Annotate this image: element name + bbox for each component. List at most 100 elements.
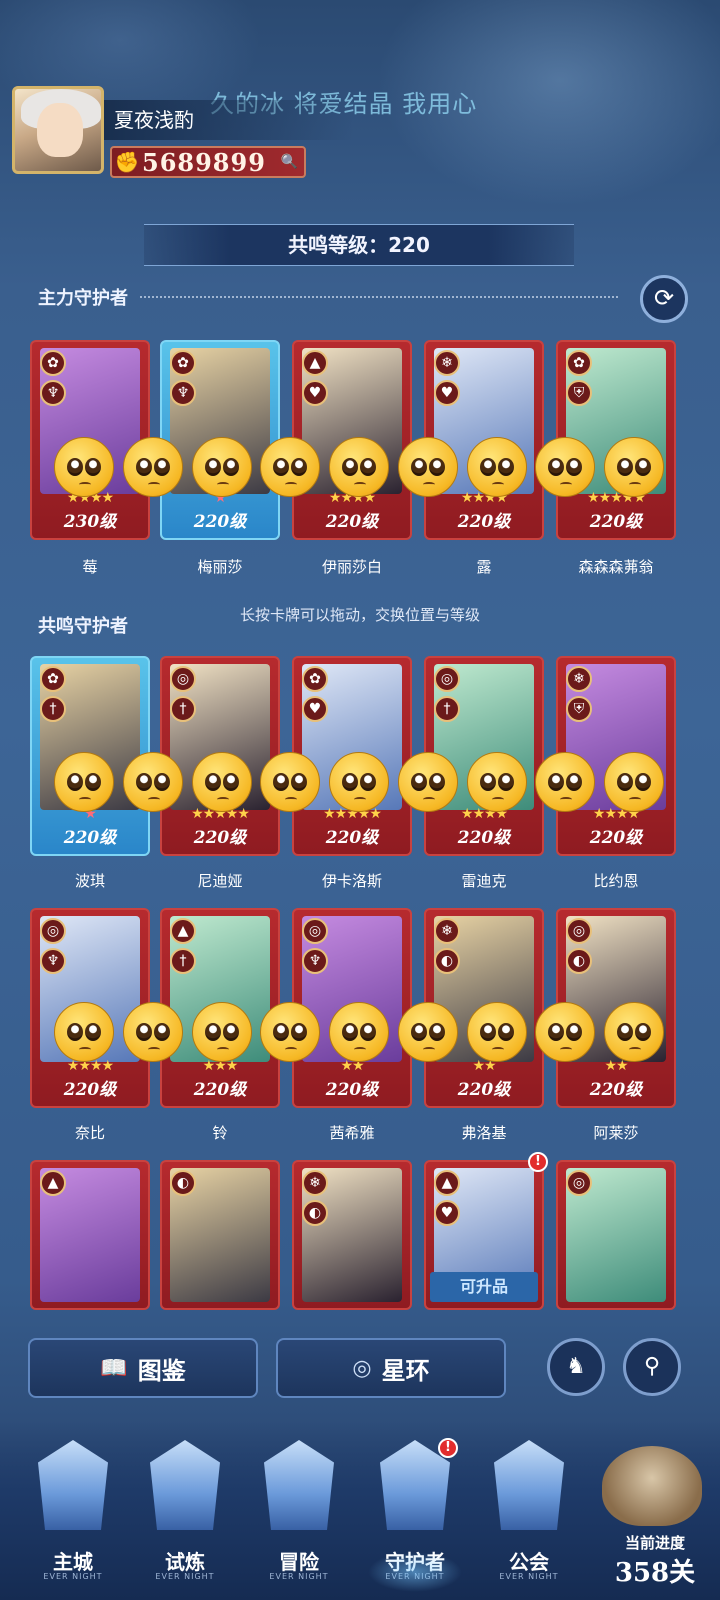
pleading-face-icon bbox=[466, 1002, 527, 1062]
codex-button[interactable]: 📖 图鉴 bbox=[28, 1338, 258, 1398]
pleading-face-icon bbox=[54, 437, 114, 497]
player-name: 夏夜浅酌 bbox=[104, 100, 354, 140]
guardian-name: 莓 bbox=[82, 558, 98, 576]
guardian-level: 220级 bbox=[589, 1080, 643, 1100]
alert-badge: ! bbox=[438, 1438, 458, 1458]
class-icon: ⛨ bbox=[566, 380, 592, 406]
guardian-level: 230级 bbox=[63, 512, 117, 532]
guardian-level: 220级 bbox=[457, 512, 511, 532]
pleading-face-icon bbox=[191, 752, 252, 812]
pleading-face-icon bbox=[260, 1002, 321, 1062]
guardian-level: 220级 bbox=[325, 512, 379, 532]
resonance-level-bar: 共鸣等级：220 bbox=[144, 224, 574, 266]
guardian-level: 220级 bbox=[193, 1080, 247, 1100]
guardian-name: 森森森茀翁 bbox=[578, 558, 654, 576]
guardian-card[interactable]: ❄ ◐ bbox=[292, 1160, 412, 1310]
element-icon: ▲ bbox=[170, 918, 196, 944]
pleading-face-icon bbox=[466, 437, 527, 497]
upgrade-label: 可升品 bbox=[430, 1272, 538, 1302]
guardian-name: 茜希雅 bbox=[329, 1124, 375, 1142]
element-icon: ◎ bbox=[40, 918, 66, 944]
pleading-face-icon bbox=[329, 752, 389, 812]
castle-icon bbox=[38, 1440, 108, 1530]
guardian-level: 220级 bbox=[193, 512, 247, 532]
refresh-icon[interactable]: ⟳ bbox=[640, 275, 688, 323]
element-icon: ✿ bbox=[566, 350, 592, 376]
class-icon: ♥ bbox=[302, 380, 328, 406]
nav-guardian[interactable]: 守护者 EVER NIGHT ! bbox=[360, 1420, 470, 1600]
class-icon: ♥ bbox=[302, 696, 328, 722]
pleading-face-icon bbox=[604, 1002, 664, 1062]
guardian-name: 阿莱莎 bbox=[593, 1124, 639, 1142]
main-guardians-title: 主力守护者 bbox=[38, 284, 618, 310]
guardian-name: 伊卡洛斯 bbox=[321, 872, 382, 890]
element-icon: ✿ bbox=[40, 666, 66, 692]
guardian-name: 露 bbox=[476, 558, 492, 576]
pleading-face-icon bbox=[535, 752, 596, 812]
guardian-card[interactable]: ▲ bbox=[30, 1160, 150, 1310]
element-icon: ▲ bbox=[40, 1170, 66, 1196]
class-icon: † bbox=[170, 948, 196, 974]
alert-badge: ! bbox=[528, 1152, 548, 1172]
pet-mascot bbox=[602, 1446, 702, 1526]
guardian-level: 220级 bbox=[325, 828, 379, 848]
guardian-card[interactable]: ◐ bbox=[160, 1160, 280, 1310]
element-icon: ◎ bbox=[566, 1170, 592, 1196]
class-icon: † bbox=[434, 696, 460, 722]
nav-trial[interactable]: 试炼 EVER NIGHT bbox=[130, 1420, 240, 1600]
element-icon: ◎ bbox=[434, 666, 460, 692]
guardian-level: 220级 bbox=[589, 512, 643, 532]
ring-icon: ◎ bbox=[352, 1355, 372, 1381]
class-icon: † bbox=[40, 696, 66, 722]
element-icon: ◐ bbox=[170, 1170, 196, 1196]
pleading-face-icon bbox=[397, 437, 458, 497]
pleading-face-icon bbox=[54, 752, 114, 812]
guardian-name: 尼迪娅 bbox=[197, 872, 243, 890]
guardian-level: 220级 bbox=[63, 1080, 117, 1100]
pleading-face-icon bbox=[260, 437, 321, 497]
pleading-face-icon bbox=[397, 1002, 458, 1062]
class-icon: † bbox=[170, 696, 196, 722]
pleading-face-icon bbox=[122, 437, 183, 497]
nav-guild[interactable]: 公会 EVER NIGHT bbox=[474, 1420, 584, 1600]
class-icon: ♥ bbox=[434, 1200, 460, 1226]
guardian-name: 弗洛基 bbox=[461, 1124, 507, 1142]
pleading-face-icon bbox=[535, 437, 596, 497]
guardian-card[interactable]: ▲ ♥ 可升品 bbox=[424, 1160, 544, 1310]
sticker-row bbox=[54, 752, 664, 812]
power-value: 5689899 bbox=[142, 147, 266, 177]
class-icon: ♆ bbox=[40, 948, 66, 974]
element-icon: ◎ bbox=[566, 918, 592, 944]
pleading-face-icon bbox=[329, 1002, 389, 1062]
guardian-level: 220级 bbox=[589, 828, 643, 848]
guardian-name: 伊丽莎白 bbox=[321, 558, 382, 576]
class-icon: ◐ bbox=[434, 948, 460, 974]
class-icon: ♥ bbox=[434, 380, 460, 406]
class-icon: ♆ bbox=[302, 948, 328, 974]
class-icon: ⛨ bbox=[566, 696, 592, 722]
filter-icon[interactable]: ⚲ bbox=[623, 1338, 681, 1396]
pleading-face-icon bbox=[54, 1002, 114, 1062]
star-ring-button[interactable]: ◎ 星环 bbox=[276, 1338, 506, 1398]
character-icon[interactable]: ♞ bbox=[547, 1338, 605, 1396]
guardian-level: 220级 bbox=[63, 828, 117, 848]
player-avatar[interactable] bbox=[12, 86, 104, 174]
trial-icon bbox=[150, 1440, 220, 1530]
pleading-face-icon bbox=[191, 437, 252, 497]
power-display[interactable]: ✊ 5689899 🔍 bbox=[110, 146, 306, 178]
nav-main-city[interactable]: 主城 EVER NIGHT bbox=[18, 1420, 128, 1600]
fist-icon: ✊ bbox=[114, 150, 140, 174]
nav-adventure[interactable]: 冒险 EVER NIGHT bbox=[244, 1420, 354, 1600]
guardian-name: 奈比 bbox=[74, 1124, 105, 1142]
element-icon: ▲ bbox=[434, 1170, 460, 1196]
guardian-level: 220级 bbox=[325, 1080, 379, 1100]
guardian-name: 比约恩 bbox=[593, 872, 639, 890]
pleading-face-icon bbox=[122, 1002, 183, 1062]
stage-progress[interactable]: 当前进度 358关 bbox=[590, 1420, 720, 1600]
guardian-card[interactable]: ◎ bbox=[556, 1160, 676, 1310]
element-icon: ❄ bbox=[434, 350, 460, 376]
guardian-name: 波琪 bbox=[74, 872, 105, 890]
guardian-name: 梅丽莎 bbox=[197, 558, 243, 576]
element-icon: ◎ bbox=[302, 918, 328, 944]
search-icon[interactable]: 🔍 bbox=[281, 154, 298, 170]
